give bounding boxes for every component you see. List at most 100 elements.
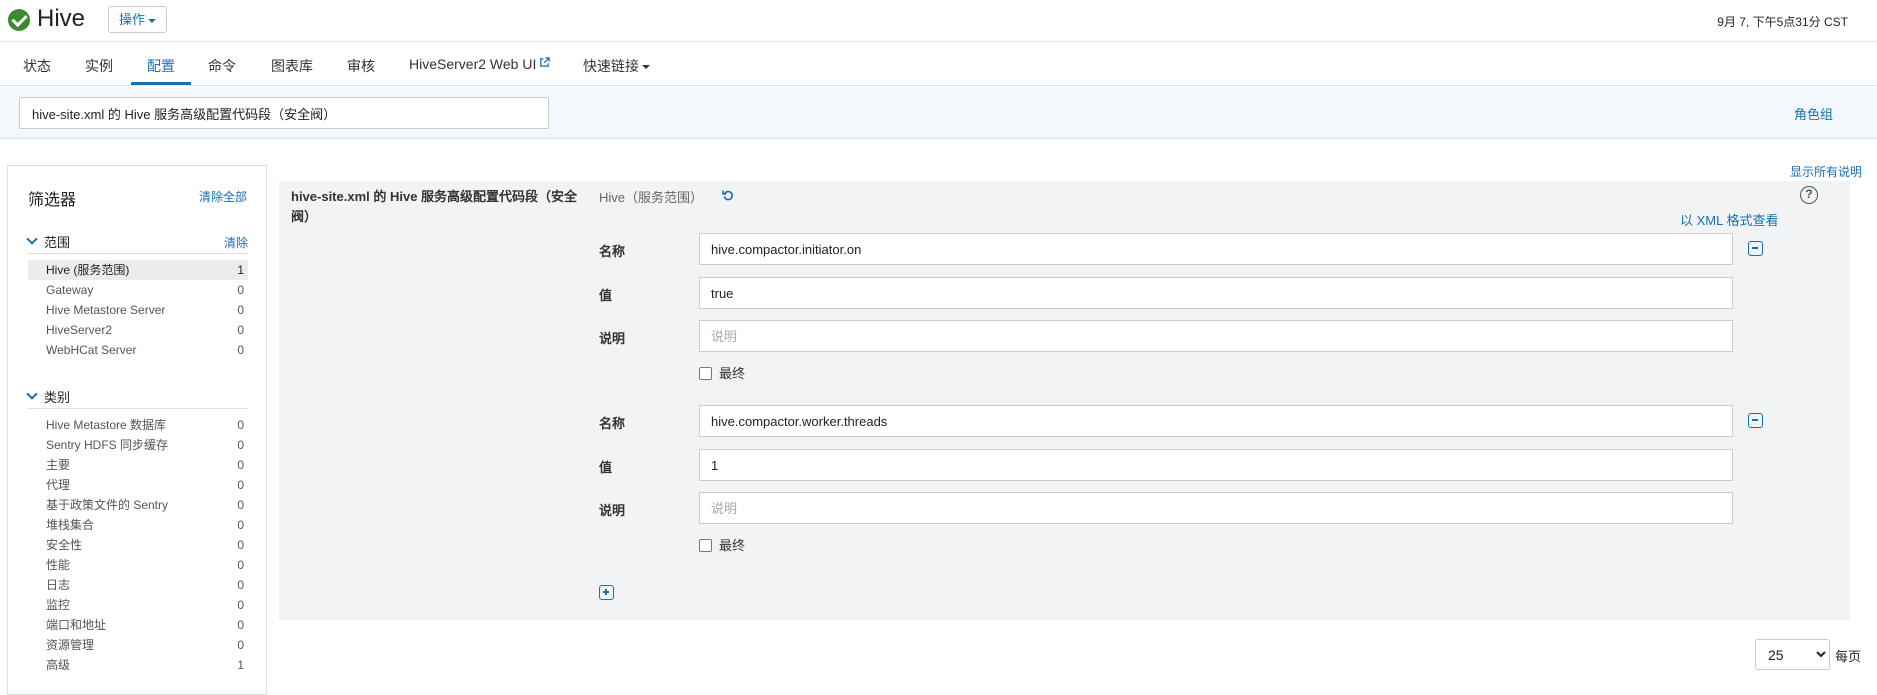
property-name-input[interactable] (699, 233, 1733, 265)
filter-item-count: 0 (237, 498, 244, 512)
category-filter-item[interactable]: 基于政策文件的 Sentry 0 (28, 495, 248, 515)
tab-hiveserver2-webui-label: HiveServer2 Web UI (409, 56, 537, 72)
chevron-down-icon (26, 233, 38, 245)
scope-filter-section: 范围 清除 Hive (服务范围) 1 Gateway 0 Hive Metasto… (26, 232, 248, 360)
actions-dropdown-button[interactable]: 操作 (108, 6, 168, 33)
tab-hiveserver2-webui[interactable]: HiveServer2 Web UI (409, 56, 551, 72)
category-filter-item[interactable]: 监控 0 (28, 595, 248, 615)
filter-item-count: 0 (237, 578, 244, 592)
category-filter-item[interactable]: 性能 0 (28, 555, 248, 575)
category-filter-item[interactable]: 安全性 0 (28, 535, 248, 555)
category-filter-header[interactable]: 类别 (26, 387, 248, 409)
filter-item-label: 高级 (46, 658, 71, 672)
search-band: 角色组 (0, 87, 1877, 139)
filter-item-count: 0 (237, 478, 244, 492)
add-entry-icon[interactable] (599, 585, 614, 600)
tab-status[interactable]: 状态 (23, 56, 51, 76)
property-panel: hive-site.xml 的 Hive 服务高级配置代码段（安全阀） Hive… (279, 181, 1850, 620)
help-icon[interactable]: ? (1800, 186, 1818, 204)
tab-configuration[interactable]: 配置 (147, 56, 175, 76)
filter-item-label: Gateway (46, 283, 94, 297)
tab-commands[interactable]: 命令 (208, 56, 236, 76)
filter-item-count: 0 (237, 418, 244, 432)
category-filter-item[interactable]: Sentry HDFS 同步缓存 0 (28, 435, 248, 455)
tab-bar: 状态 实例 配置 命令 图表库 审核 HiveServer2 Web UI 快速… (0, 42, 1877, 86)
final-checkbox[interactable] (699, 539, 712, 552)
revert-icon[interactable] (722, 189, 734, 201)
caret-down-icon (148, 18, 157, 23)
property-value-input[interactable] (699, 277, 1733, 309)
property-description-input[interactable] (699, 320, 1733, 352)
scope-filter-item[interactable]: Hive (服务范围) 1 (28, 260, 248, 280)
final-label: 最终 (719, 538, 746, 553)
category-filter-item[interactable]: 端口和地址 0 (28, 615, 248, 635)
config-search-input[interactable] (19, 97, 549, 129)
external-link-icon (540, 57, 551, 67)
timestamp: 9月 7, 下午5点31分 CST (1717, 15, 1848, 29)
filter-item-label: 监控 (46, 598, 71, 612)
filter-item-count: 0 (237, 323, 244, 337)
scope-filter-item[interactable]: Gateway 0 (28, 280, 248, 300)
service-title: Hive (37, 5, 86, 32)
caret-down-icon (642, 65, 650, 70)
service-header: Hive 操作 9月 7, 下午5点31分 CST (0, 0, 1877, 42)
filter-item-label: 日志 (46, 578, 71, 592)
show-all-descriptions-link[interactable]: 显示所有说明 (1790, 163, 1862, 180)
filter-item-label: 性能 (46, 558, 71, 572)
filter-item-label: Hive (服务范围) (46, 263, 130, 277)
property-title: hive-site.xml 的 Hive 服务高级配置代码段（安全阀） (291, 189, 578, 224)
final-checkbox[interactable] (699, 367, 712, 380)
filter-item-count: 0 (237, 638, 244, 652)
filter-item-count: 0 (237, 538, 244, 552)
filter-item-count: 0 (237, 558, 244, 572)
property-value-input[interactable] (699, 449, 1733, 481)
filter-item-count: 0 (237, 458, 244, 472)
actions-label: 操作 (119, 12, 146, 27)
per-page-select[interactable]: 25 (1755, 639, 1830, 670)
filter-item-label: 代理 (46, 478, 71, 492)
role-group-link[interactable]: 角色组 (1794, 104, 1833, 123)
status-ok-icon (8, 9, 30, 31)
name-label: 名称 (599, 416, 626, 431)
category-filter-item[interactable]: 资源管理 0 (28, 635, 248, 655)
category-filter-item[interactable]: 堆栈集合 0 (28, 515, 248, 535)
chevron-down-icon (26, 388, 38, 400)
property-name-input[interactable] (699, 405, 1733, 437)
filter-item-count: 0 (237, 343, 244, 357)
final-label: 最终 (719, 366, 746, 381)
scope-filter-header[interactable]: 范围 清除 (26, 232, 248, 254)
category-filter-item[interactable]: 主要 0 (28, 455, 248, 475)
property-description-input[interactable] (699, 492, 1733, 524)
tab-instances[interactable]: 实例 (85, 56, 113, 76)
filter-item-label: Sentry HDFS 同步缓存 (46, 438, 169, 452)
scope-filter-label: 范围 (44, 235, 71, 250)
filter-item-count: 0 (237, 618, 244, 632)
scope-filter-item[interactable]: WebHCat Server 0 (28, 340, 248, 360)
filter-item-count: 0 (237, 598, 244, 612)
scope-filter-item[interactable]: HiveServer2 0 (28, 320, 248, 340)
filter-item-label: 安全性 (46, 538, 83, 552)
category-filter-item[interactable]: 高级 1 (28, 655, 248, 675)
tab-charts-library[interactable]: 图表库 (271, 56, 313, 76)
scope-filter-item[interactable]: Hive Metastore Server 0 (28, 300, 248, 320)
remove-entry-icon[interactable] (1748, 241, 1763, 256)
filter-item-label: 堆栈集合 (46, 518, 95, 532)
filter-item-label: 主要 (46, 458, 71, 472)
category-filter-item[interactable]: 代理 0 (28, 475, 248, 495)
view-as-xml-link[interactable]: 以 XML 格式查看 (1680, 210, 1778, 229)
description-label: 说明 (599, 331, 626, 346)
clear-scope-filter-link[interactable]: 清除 (224, 234, 248, 251)
tab-audits[interactable]: 审核 (347, 56, 375, 76)
filter-item-count: 0 (237, 303, 244, 317)
clear-all-filters-link[interactable]: 清除全部 (199, 188, 247, 205)
filter-item-label: Hive Metastore Server (46, 303, 166, 317)
tab-quick-links[interactable]: 快速链接 (583, 56, 650, 76)
category-filter-item[interactable]: 日志 0 (28, 575, 248, 595)
remove-entry-icon[interactable] (1748, 413, 1763, 428)
active-tab-indicator (131, 82, 191, 85)
filter-item-label: WebHCat Server (46, 343, 137, 357)
filter-item-count: 0 (237, 438, 244, 452)
filter-item-label: 基于政策文件的 Sentry (46, 498, 169, 512)
category-filter-item[interactable]: Hive Metastore 数据库 0 (28, 415, 248, 435)
filter-title: 筛选器 (28, 192, 77, 209)
